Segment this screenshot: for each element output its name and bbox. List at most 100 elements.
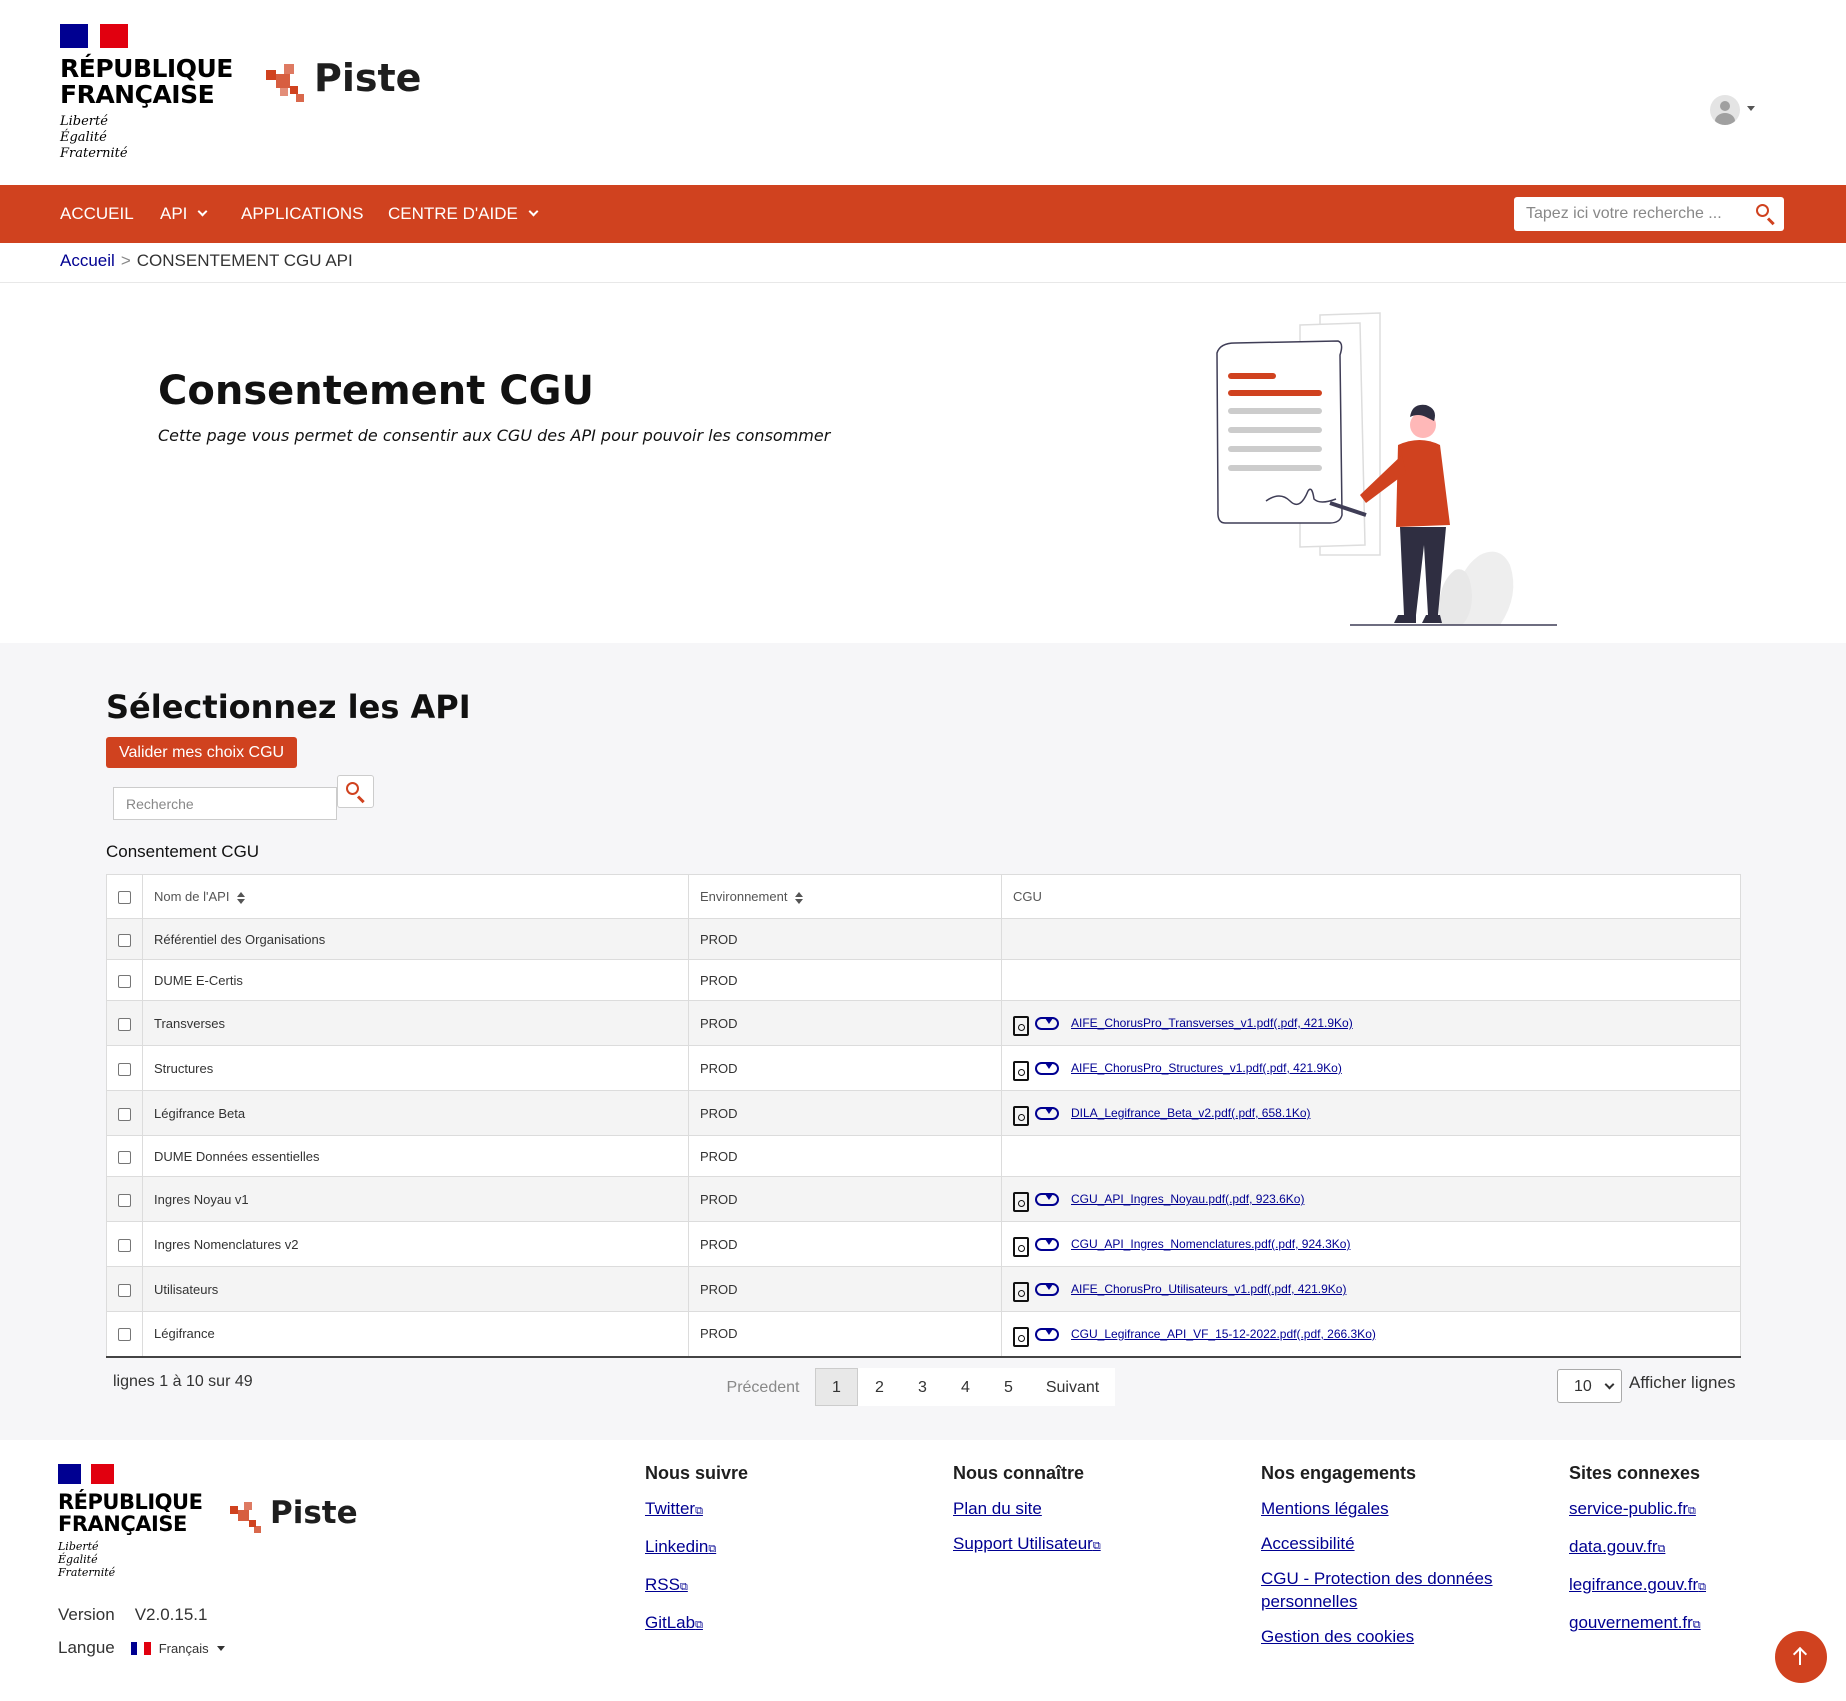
table-search-button[interactable] — [337, 775, 374, 808]
language-selector: Langue Français — [58, 1638, 225, 1658]
pagination-next[interactable]: Suivant — [1030, 1368, 1115, 1406]
document-preview-icon[interactable] — [1013, 1016, 1029, 1036]
nav-item-applications[interactable]: APPLICATIONS — [241, 185, 364, 243]
pagination-page[interactable]: 1 — [815, 1368, 858, 1406]
main-nav: ACCUEIL API APPLICATIONS CENTRE D'AIDE — [0, 185, 1846, 243]
row-checkbox[interactable] — [118, 1017, 131, 1031]
document-preview-icon[interactable] — [1013, 1282, 1029, 1302]
footer-link-gestion-cookies[interactable]: Gestion des cookies — [1261, 1625, 1521, 1648]
footer-link-gouvernement[interactable]: gouvernement.fr⧉ — [1569, 1611, 1706, 1637]
document-preview-icon[interactable] — [1013, 1106, 1029, 1126]
cgu-document-link[interactable]: AIFE_ChorusPro_Utilisateurs_v1.pdf(.pdf,… — [1071, 1282, 1346, 1296]
footer-link-accessibilite[interactable]: Accessibilité — [1261, 1532, 1521, 1555]
nav-item-api[interactable]: API — [160, 185, 208, 243]
row-checkbox[interactable] — [118, 1328, 131, 1342]
footer-link-service-public[interactable]: service-public.fr⧉ — [1569, 1497, 1706, 1523]
nav-item-accueil[interactable]: ACCUEIL — [60, 185, 134, 243]
column-header-name[interactable]: Nom de l'API — [142, 874, 689, 919]
cloud-download-icon[interactable] — [1035, 1281, 1059, 1297]
pagination-previous[interactable]: Précedent — [711, 1368, 815, 1406]
api-name-cell: Légifrance Beta — [142, 1090, 689, 1136]
table-row: DUME Données essentielles PROD — [106, 1135, 1741, 1177]
pagination-page[interactable]: 4 — [944, 1368, 987, 1406]
external-link-icon: ⧉ — [1692, 1619, 1701, 1631]
cgu-document-link[interactable]: CGU_Legifrance_API_VF_15-12-2022.pdf(.pd… — [1071, 1327, 1376, 1341]
footer-link-linkedin[interactable]: Linkedin⧉ — [645, 1535, 748, 1561]
row-checkbox[interactable] — [118, 1283, 131, 1297]
validate-cgu-button[interactable]: Valider mes choix CGU — [106, 737, 298, 768]
footer-piste-logo[interactable]: Piste — [230, 1492, 358, 1534]
cgu-document-link[interactable]: AIFE_ChorusPro_Transverses_v1.pdf(.pdf, … — [1071, 1016, 1353, 1030]
footer-link-gitlab[interactable]: GitLab⧉ — [645, 1611, 748, 1637]
pagination: Précedent 1 2 3 4 5 Suivant — [711, 1368, 1115, 1406]
caret-down-icon[interactable] — [216, 1645, 225, 1651]
breadcrumb-separator: > — [120, 251, 131, 270]
footer-link-legifrance[interactable]: legifrance.gouv.fr⧉ — [1569, 1573, 1706, 1599]
row-checkbox[interactable] — [118, 1150, 131, 1164]
user-avatar-icon[interactable] — [1710, 95, 1740, 125]
cloud-download-icon[interactable] — [1035, 1326, 1059, 1342]
cgu-document-link[interactable]: DILA_Legifrance_Beta_v2.pdf(.pdf, 658.1K… — [1071, 1106, 1311, 1120]
version-info: Version V2.0.15.1 — [58, 1605, 208, 1624]
footer-republique-francaise-logo[interactable]: RÉPUBLIQUE FRANÇAISE Liberté Égalité Fra… — [58, 1464, 203, 1579]
api-name-cell: Utilisateurs — [142, 1266, 689, 1312]
marianne-flag-icon — [58, 1464, 114, 1484]
motto-fraternite: Fraternité — [60, 146, 128, 161]
row-checkbox[interactable] — [118, 1062, 131, 1076]
motto-liberte: Liberté — [58, 1540, 99, 1553]
table-search-input[interactable] — [113, 787, 337, 820]
pagination-page[interactable]: 2 — [858, 1368, 901, 1406]
piste-logo[interactable]: Piste — [266, 52, 421, 104]
page-size-select[interactable]: 10 — [1557, 1369, 1622, 1403]
api-name-cell: Légifrance — [142, 1311, 689, 1357]
footer-link-data-gouv[interactable]: data.gouv.fr⧉ — [1569, 1535, 1706, 1561]
cgu-document-link[interactable]: AIFE_ChorusPro_Structures_v1.pdf(.pdf, 4… — [1071, 1061, 1342, 1075]
cgu-document-link[interactable]: CGU_API_Ingres_Nomenclatures.pdf(.pdf, 9… — [1071, 1237, 1350, 1251]
column-header-env[interactable]: Environnement — [688, 874, 1002, 919]
external-link-icon: ⧉ — [1657, 1543, 1666, 1555]
cloud-download-icon[interactable] — [1035, 1060, 1059, 1076]
row-select-cell — [106, 1090, 143, 1136]
row-select-cell — [106, 1221, 143, 1267]
row-select-cell — [106, 1135, 143, 1177]
cloud-download-icon[interactable] — [1035, 1191, 1059, 1207]
row-checkbox[interactable] — [118, 1238, 131, 1252]
motto-liberte: Liberté — [60, 114, 108, 129]
language-dropdown[interactable]: Français — [159, 1641, 209, 1656]
api-name-cell: DUME Données essentielles — [142, 1135, 689, 1177]
nav-item-centre-aide[interactable]: CENTRE D'AIDE — [388, 185, 539, 243]
footer-link-plan-du-site[interactable]: Plan du site — [953, 1497, 1101, 1520]
document-preview-icon[interactable] — [1013, 1326, 1029, 1347]
table-row: Légifrance PROD CGU_Legifrance_API_VF_15-1… — [106, 1311, 1741, 1357]
user-menu-caret-icon[interactable] — [1747, 106, 1755, 111]
cgu-table: Nom de l'API Environnement CGU Référenti… — [106, 874, 1741, 1358]
row-checkbox[interactable] — [118, 974, 131, 988]
cgu-document-link[interactable]: CGU_API_Ingres_Noyau.pdf(.pdf, 923.6Ko) — [1071, 1192, 1304, 1206]
footer-link-support[interactable]: Support Utilisateur⧉ — [953, 1532, 1101, 1558]
document-preview-icon[interactable] — [1013, 1061, 1029, 1081]
pagination-page[interactable]: 3 — [901, 1368, 944, 1406]
selection-title: Sélectionnez les API — [106, 688, 471, 726]
document-preview-icon[interactable] — [1013, 1237, 1029, 1257]
cloud-download-icon[interactable] — [1035, 1105, 1059, 1121]
breadcrumb-home-link[interactable]: Accueil — [60, 251, 115, 270]
select-all-checkbox[interactable] — [118, 891, 131, 905]
footer-link-rss[interactable]: RSS⧉ — [645, 1573, 748, 1599]
row-checkbox[interactable] — [118, 1193, 131, 1207]
nav-search-input[interactable] — [1514, 197, 1744, 231]
row-checkbox[interactable] — [118, 1107, 131, 1121]
document-preview-icon[interactable] — [1013, 1192, 1029, 1212]
piste-brand-name: Piste — [314, 56, 422, 100]
row-select-cell — [106, 1311, 143, 1357]
back-to-top-button[interactable] — [1775, 1631, 1827, 1683]
republique-francaise-logo[interactable]: RÉPUBLIQUE FRANÇAISE Liberté Égalité Fra… — [60, 24, 233, 162]
search-icon[interactable] — [1754, 202, 1778, 226]
rf-line-1: RÉPUBLIQUE — [60, 54, 233, 83]
footer-link-mentions-legales[interactable]: Mentions légales — [1261, 1497, 1521, 1520]
footer-link-twitter[interactable]: Twitter⧉ — [645, 1497, 748, 1523]
row-checkbox[interactable] — [118, 933, 131, 947]
cloud-download-icon[interactable] — [1035, 1015, 1059, 1031]
pagination-page[interactable]: 5 — [987, 1368, 1030, 1406]
footer-link-cgu-protection[interactable]: CGU - Protection des données personnelle… — [1261, 1567, 1521, 1613]
cloud-download-icon[interactable] — [1035, 1236, 1059, 1252]
